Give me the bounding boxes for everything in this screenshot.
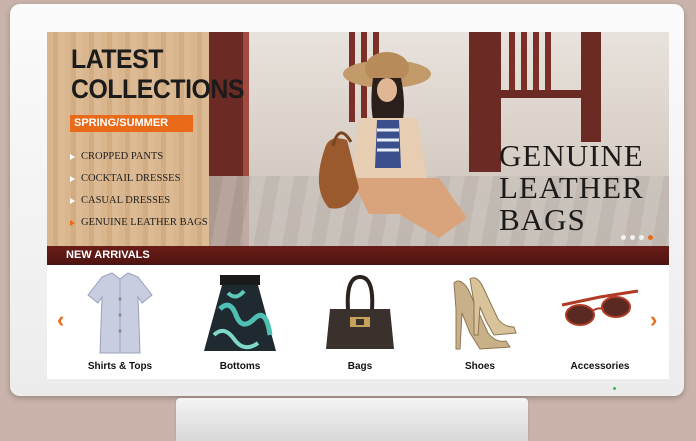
monitor-stand (176, 398, 528, 441)
category-link-cocktail-dresses[interactable]: COCKTAIL DRESSES (70, 168, 208, 190)
category-link-genuine-leather-bags[interactable]: GENUINE LEATHER BAGS (70, 212, 208, 234)
season-badge: SPRING/SUMMER (70, 115, 193, 132)
hero-title-line1: LATEST (71, 44, 163, 74)
slide-dot-2[interactable] (630, 235, 635, 240)
product-shirts-tops[interactable]: Shirts & Tops (70, 269, 170, 377)
category-label: CROPPED PANTS (81, 151, 164, 162)
hero-headline: GENUINE LEATHER BAGS (499, 140, 669, 236)
new-arrivals-title: NEW ARRIVALS (66, 249, 150, 261)
triangle-right-icon (70, 175, 75, 182)
product-shoes[interactable]: Shoes (430, 269, 530, 377)
headline-line2: LEATHER (499, 170, 644, 205)
chevron-left-icon[interactable]: ‹ (57, 309, 64, 331)
skirt-icon (204, 275, 276, 351)
product-accessories[interactable]: Accessories (550, 269, 650, 377)
chevron-right-icon[interactable]: › (650, 309, 657, 331)
category-label: GENUINE LEATHER BAGS (81, 217, 208, 228)
category-link-casual-dresses[interactable]: CASUAL DRESSES (70, 190, 208, 212)
slide-indicator (621, 235, 653, 240)
product-label: Bottoms (219, 361, 261, 372)
product-bags[interactable]: Bags (310, 269, 410, 377)
display-screen: LATEST COLLECTIONS SPRING/SUMMER CROPPED… (47, 32, 669, 379)
product-carousel: ‹ › Shirts & Tops Bottoms Bags Shoes Acc… (47, 265, 669, 379)
product-label: Bags (347, 361, 373, 372)
product-label: Shirts & Tops (87, 361, 153, 372)
model-image (318, 52, 467, 238)
slide-dot-3[interactable] (639, 235, 644, 240)
shoes-icon (453, 277, 517, 350)
headline-line1: GENUINE (499, 138, 644, 173)
category-list: CROPPED PANTS COCKTAIL DRESSES CASUAL DR… (70, 146, 208, 234)
triangle-right-icon (70, 197, 75, 204)
slide-dot-4[interactable] (648, 235, 653, 240)
bag-icon (326, 274, 394, 349)
product-label: Accessories (570, 361, 630, 372)
category-link-cropped-pants[interactable]: CROPPED PANTS (70, 146, 208, 168)
headline-line3: BAGS (499, 202, 586, 237)
product-bottoms[interactable]: Bottoms (190, 269, 290, 377)
hero-title: LATEST COLLECTIONS (71, 44, 244, 104)
new-arrivals-bar: NEW ARRIVALS (47, 246, 669, 265)
shirt-icon (87, 272, 153, 354)
triangle-right-icon (70, 219, 75, 226)
triangle-right-icon (70, 153, 75, 160)
power-led (613, 387, 616, 390)
product-label: Shoes (464, 361, 495, 372)
hero-banner[interactable]: LATEST COLLECTIONS SPRING/SUMMER CROPPED… (47, 32, 669, 246)
monitor-frame: LATEST COLLECTIONS SPRING/SUMMER CROPPED… (10, 4, 684, 396)
category-label: CASUAL DRESSES (81, 195, 171, 206)
sunglasses-icon (561, 289, 639, 326)
hero-title-line2: COLLECTIONS (71, 74, 244, 104)
category-label: COCKTAIL DRESSES (81, 173, 181, 184)
slide-dot-1[interactable] (621, 235, 626, 240)
